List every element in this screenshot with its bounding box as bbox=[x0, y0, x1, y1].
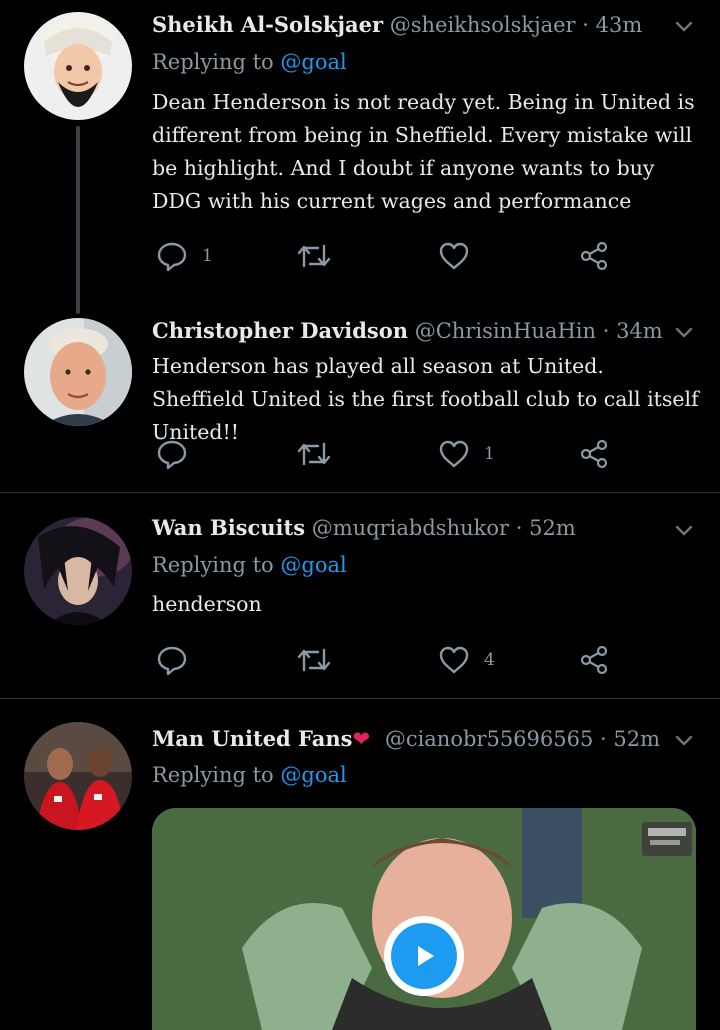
mention-link[interactable]: @goal bbox=[280, 553, 346, 577]
reply-icon bbox=[157, 440, 187, 470]
play-button[interactable] bbox=[384, 916, 464, 996]
tweet-video[interactable] bbox=[152, 808, 696, 1030]
replying-to: Replying to @goal bbox=[152, 47, 347, 77]
display-name[interactable]: Christopher Davidson bbox=[152, 318, 408, 343]
reply-button[interactable]: 1 bbox=[156, 236, 213, 276]
display-name[interactable]: Sheikh Al-Solskjaer bbox=[152, 12, 383, 37]
avatar[interactable] bbox=[24, 722, 132, 830]
chevron-down-icon[interactable] bbox=[672, 518, 696, 542]
replying-to-label: Replying to bbox=[152, 553, 274, 577]
tweet-header: Wan Biscuits @muqriabdshukor · 52m bbox=[152, 513, 576, 543]
like-count: 1 bbox=[484, 444, 495, 464]
share-icon bbox=[580, 439, 608, 469]
reply-icon bbox=[157, 646, 187, 676]
chevron-down-icon[interactable] bbox=[672, 728, 696, 752]
tweet-divider bbox=[0, 492, 720, 493]
tweet-actions: 4 bbox=[152, 640, 622, 680]
like-button[interactable]: 4 bbox=[438, 640, 495, 680]
like-button[interactable] bbox=[438, 236, 484, 276]
reply-count: 1 bbox=[202, 246, 213, 266]
avatar[interactable] bbox=[24, 318, 132, 426]
share-button[interactable] bbox=[578, 640, 610, 680]
tweet-header: Sheikh Al-Solskjaer @sheikhsolskjaer · 4… bbox=[152, 10, 642, 40]
tweet-actions: 1 bbox=[152, 434, 622, 474]
mention-link[interactable]: @goal bbox=[280, 50, 346, 74]
retweet-button[interactable] bbox=[296, 640, 346, 680]
replying-to-label: Replying to bbox=[152, 50, 274, 74]
tweet-text: henderson bbox=[152, 592, 262, 616]
reply-button[interactable] bbox=[156, 640, 202, 680]
tweet-text: Dean Henderson is not ready yet. Being i… bbox=[152, 90, 695, 213]
share-icon bbox=[580, 645, 608, 675]
chevron-down-icon[interactable] bbox=[672, 320, 696, 344]
tweet-actions: 1 bbox=[152, 236, 622, 276]
separator-dot: · bbox=[515, 516, 523, 540]
user-handle[interactable]: @muqriabdshukor bbox=[312, 516, 509, 540]
avatar[interactable] bbox=[24, 517, 132, 625]
mention-link[interactable]: @goal bbox=[280, 763, 346, 787]
tweet-header: Christopher Davidson @ChrisinHuaHin · 34… bbox=[152, 316, 663, 346]
tweet-time[interactable]: 34m bbox=[616, 319, 663, 343]
tweet-time[interactable]: 52m bbox=[613, 727, 660, 751]
heart-emoji: ❤ bbox=[352, 727, 371, 751]
replying-to: Replying to @goal bbox=[152, 760, 347, 790]
tweet-header: Man United Fans❤ @cianobr55696565 · 52m bbox=[152, 724, 660, 754]
retweet-button[interactable] bbox=[296, 236, 346, 276]
display-name[interactable]: Man United Fans bbox=[152, 726, 353, 751]
play-icon bbox=[418, 946, 434, 966]
replying-to-label: Replying to bbox=[152, 763, 274, 787]
heart-icon bbox=[439, 440, 469, 468]
avatar[interactable] bbox=[24, 12, 132, 120]
user-handle[interactable]: @sheikhsolskjaer bbox=[390, 13, 576, 37]
thread-connector-line bbox=[76, 126, 80, 314]
tweet-feed: Sheikh Al-Solskjaer @sheikhsolskjaer · 4… bbox=[0, 0, 720, 1030]
tweet-time[interactable]: 52m bbox=[529, 516, 576, 540]
replying-to: Replying to @goal bbox=[152, 550, 347, 580]
user-handle[interactable]: @ChrisinHuaHin bbox=[415, 319, 596, 343]
share-icon bbox=[580, 241, 608, 271]
retweet-icon bbox=[297, 244, 331, 268]
retweet-icon bbox=[297, 442, 331, 466]
heart-icon bbox=[439, 242, 469, 270]
separator-dot: · bbox=[582, 13, 589, 37]
tweet-time[interactable]: 43m bbox=[596, 13, 643, 37]
separator-dot: · bbox=[602, 319, 610, 343]
chevron-down-icon[interactable] bbox=[672, 14, 696, 38]
retweet-icon bbox=[297, 648, 331, 672]
tweet-divider bbox=[0, 698, 720, 699]
user-handle[interactable]: @cianobr55696565 bbox=[385, 727, 594, 751]
reply-icon bbox=[157, 242, 187, 272]
reply-button[interactable] bbox=[156, 434, 202, 474]
share-button[interactable] bbox=[578, 236, 610, 276]
retweet-button[interactable] bbox=[296, 434, 346, 474]
like-button[interactable]: 1 bbox=[438, 434, 495, 474]
display-name[interactable]: Wan Biscuits bbox=[152, 515, 305, 540]
share-button[interactable] bbox=[578, 434, 610, 474]
separator-dot: · bbox=[600, 727, 607, 751]
heart-icon bbox=[439, 646, 469, 674]
like-count: 4 bbox=[484, 650, 495, 670]
